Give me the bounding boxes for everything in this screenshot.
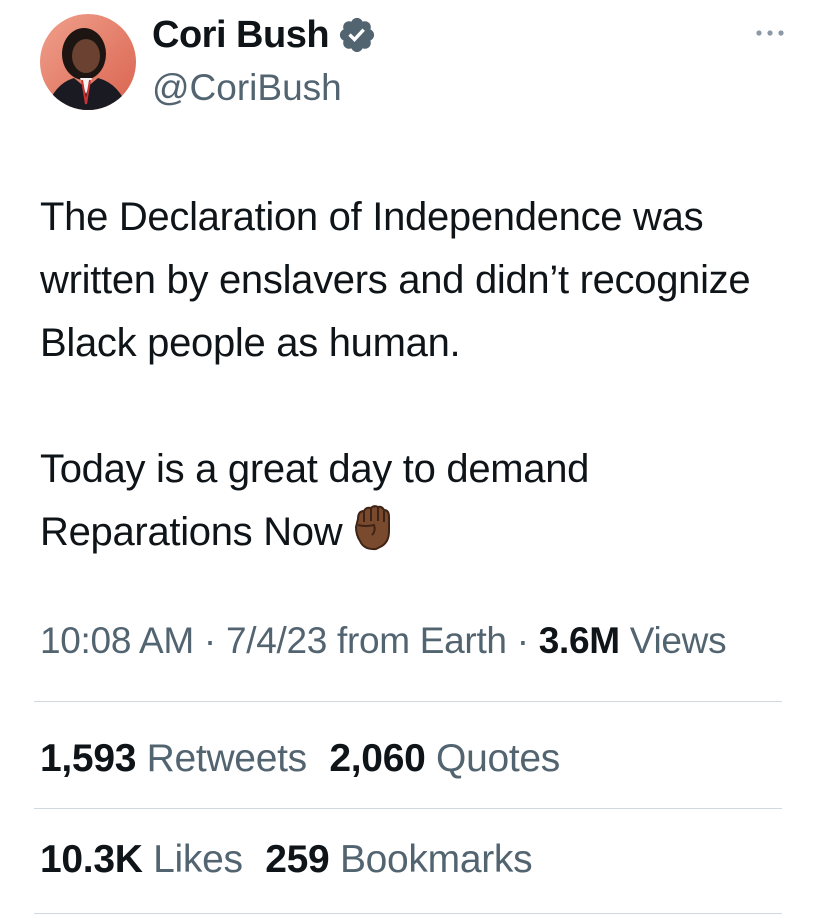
divider-3 [34,913,782,914]
avatar[interactable] [40,14,136,110]
retweets-label: Retweets [146,737,307,780]
views-label[interactable]: Views [630,620,727,661]
quotes-count: 2,060 [329,737,426,780]
verified-badge-icon[interactable] [337,15,377,55]
meta-separator-1: · [203,620,216,661]
bookmarks-label: Bookmarks [339,838,533,881]
author-display-name[interactable]: Cori Bush [152,12,377,58]
likes-stat[interactable]: 10.3K Likes [40,838,243,881]
tweet-date[interactable]: 7/4/23 [226,620,327,661]
retweets-stat[interactable]: 1,593 Retweets [40,737,307,780]
divider-1 [34,701,782,702]
tweet-paragraph-1: The Declaration of Independence was writ… [40,195,751,365]
engagement-row-2: 10.3K Likes 259 Bookmarks [40,836,544,884]
likes-count: 10.3K [40,838,143,881]
bookmarks-count: 259 [265,838,330,881]
author-name-text: Cori Bush [152,14,330,56]
bookmarks-stat[interactable]: 259 Bookmarks [265,838,532,881]
more-options-icon[interactable] [752,22,788,44]
tweet-text: The Declaration of Independence was writ… [40,186,800,564]
meta-separator-2: · [516,620,529,661]
raised-fist-emoji-icon [350,505,394,551]
divider-2 [34,808,782,809]
tweet-meta: 10:08 AM · 7/4/23 from Earth · 3.6M View… [40,612,780,669]
engagement-row-1: 1,593 Retweets 2,060 Quotes [40,735,572,783]
tweet-time[interactable]: 10:08 AM [40,620,194,661]
retweets-count: 1,593 [40,737,137,780]
avatar-image [40,14,136,110]
likes-label: Likes [153,838,243,881]
author-handle[interactable]: @CoriBush [152,66,342,110]
quotes-stat[interactable]: 2,060 Quotes [329,737,560,780]
quotes-label: Quotes [436,737,560,780]
tweet-paragraph-2-text: Today is a great day to demand Reparatio… [40,447,590,554]
tweet-source: from Earth [337,620,507,661]
tweet-paragraph-2: Today is a great day to demand Reparatio… [40,438,800,564]
views-count[interactable]: 3.6M [539,620,620,661]
